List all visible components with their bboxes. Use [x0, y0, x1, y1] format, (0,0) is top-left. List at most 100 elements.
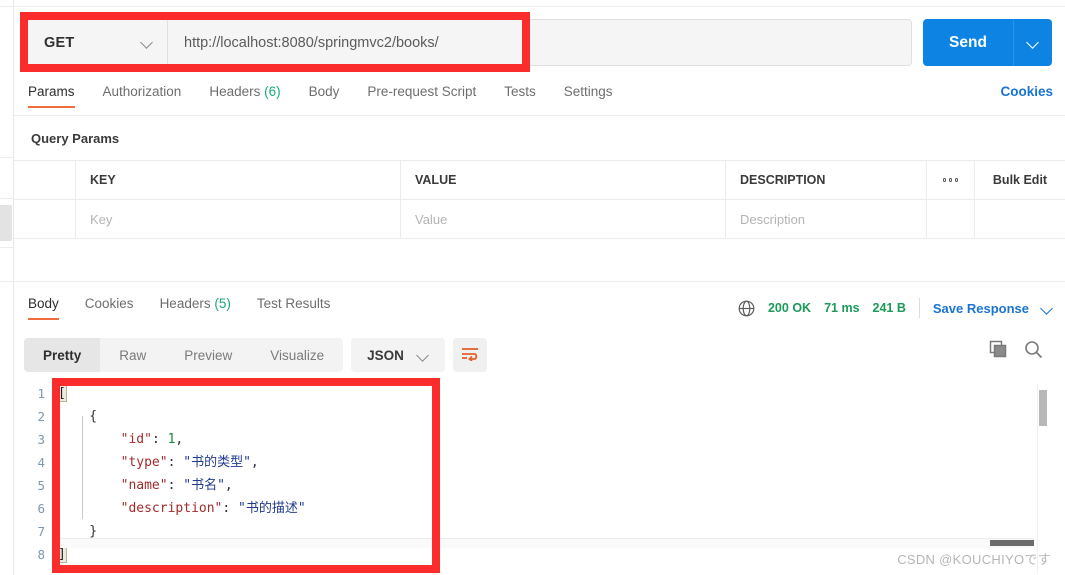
line-number: 3	[37, 432, 45, 447]
row-cell-checkbox[interactable]	[14, 200, 76, 238]
table-options-button[interactable]	[927, 161, 975, 199]
line-number: 5	[37, 478, 45, 493]
row-cell-spacer-2	[975, 200, 1065, 238]
code-line: "description": "书的描述"	[120, 501, 306, 516]
response-tab-test-results-label: Test Results	[256, 296, 331, 311]
line-number: 2	[37, 409, 45, 424]
send-button-group: Send	[923, 19, 1052, 66]
chevron-down-icon	[1028, 37, 1039, 48]
tab-headers-count: (6)	[264, 84, 281, 99]
vertical-scrollbar-thumb[interactable]	[1039, 390, 1047, 426]
copy-icon[interactable]	[989, 340, 1008, 359]
format-tab-visualize[interactable]: Visualize	[251, 338, 343, 372]
word-wrap-icon	[460, 345, 480, 366]
response-tab-headers-count: (5)	[214, 296, 231, 311]
http-method-select[interactable]: GET	[28, 20, 168, 65]
globe-icon	[738, 300, 755, 317]
param-key-input[interactable]: Key	[76, 200, 400, 238]
line-number: 6	[37, 501, 45, 516]
tab-authorization[interactable]: Authorization	[103, 84, 182, 108]
horizontal-scrollbar-track[interactable]	[56, 538, 1034, 548]
response-format-bar: Pretty Raw Preview Visualize JSON	[24, 338, 487, 372]
query-params-table: KEY VALUE DESCRIPTION Bulk Edit Key Valu…	[14, 160, 1065, 239]
response-time: 71 ms	[824, 301, 860, 315]
param-description-input[interactable]: Description	[726, 200, 926, 238]
column-header-value: VALUE	[415, 173, 457, 187]
http-method-label: GET	[44, 34, 75, 51]
request-tabs-underline	[14, 115, 1065, 116]
code-line: {	[58, 409, 98, 424]
language-label: JSON	[367, 347, 404, 363]
postman-window: GET http://localhost:8080/springmvc2/boo…	[0, 0, 1065, 575]
tab-settings-label: Settings	[563, 84, 613, 99]
response-tab-headers-label: Headers	[159, 296, 211, 311]
format-tab-raw[interactable]: Raw	[100, 338, 165, 372]
tab-tests[interactable]: Tests	[504, 84, 536, 108]
table-row: Key Value Description	[14, 199, 1065, 239]
sidebar-resize-handle[interactable]	[0, 205, 12, 241]
response-tab-body-label: Body	[28, 296, 59, 311]
response-tab-cookies-label: Cookies	[84, 296, 134, 311]
header-cell-checkbox	[14, 161, 76, 199]
tab-headers[interactable]: Headers (6)	[209, 84, 280, 108]
line-number: 4	[37, 455, 45, 470]
top-divider	[14, 6, 1065, 7]
response-size: 241 B	[872, 301, 906, 315]
tab-settings[interactable]: Settings	[564, 84, 613, 108]
line-number: 7	[37, 524, 45, 539]
param-value-input[interactable]: Value	[401, 200, 725, 238]
tab-tests-label: Tests	[504, 84, 536, 99]
column-header-description: DESCRIPTION	[740, 173, 826, 187]
tab-authorization-label: Authorization	[102, 84, 182, 99]
response-tab-headers[interactable]: Headers (5)	[160, 296, 231, 320]
tab-pre-request-script[interactable]: Pre-request Script	[367, 84, 476, 108]
request-tabs: Params Authorization Headers (6) Body Pr…	[14, 84, 1065, 116]
format-tab-group: Pretty Raw Preview Visualize	[24, 338, 344, 372]
code-line: "id": 1,	[120, 432, 184, 447]
chevron-down-icon[interactable]	[1042, 303, 1053, 314]
format-tab-pretty[interactable]: Pretty	[24, 338, 101, 372]
language-select[interactable]: JSON	[351, 338, 445, 372]
code-fold-guide	[82, 416, 83, 519]
tab-params[interactable]: Params	[28, 84, 75, 108]
horizontal-scrollbar-thumb[interactable]	[990, 540, 1034, 546]
text-caret	[52, 546, 54, 565]
tab-headers-label: Headers	[209, 84, 261, 99]
send-button[interactable]: Send	[923, 19, 1014, 66]
more-options-icon	[942, 178, 959, 182]
left-rail	[0, 0, 14, 575]
status-code: 200 OK	[767, 301, 812, 315]
tab-body[interactable]: Body	[309, 84, 340, 108]
query-params-title: Query Params	[31, 131, 120, 146]
tab-params-label: Params	[28, 84, 75, 99]
save-response-button[interactable]: Save Response	[933, 301, 1029, 316]
response-tab-cookies[interactable]: Cookies	[85, 296, 134, 320]
row-cell-spacer	[927, 200, 975, 238]
code-line: "type": "书的类型",	[120, 455, 259, 470]
format-tab-preview[interactable]: Preview	[165, 338, 251, 372]
response-separator	[14, 281, 1065, 282]
response-actions	[989, 340, 1043, 359]
line-number: 8	[37, 547, 45, 562]
request-url-bar: GET http://localhost:8080/springmvc2/boo…	[27, 19, 912, 66]
url-input-value: http://localhost:8080/springmvc2/books/	[184, 34, 439, 51]
code-line: [	[57, 385, 67, 402]
url-input[interactable]: http://localhost:8080/springmvc2/books/	[168, 20, 911, 65]
column-header-key: KEY	[90, 173, 116, 187]
bulk-edit-button[interactable]: Bulk Edit	[975, 161, 1065, 199]
table-header-row: KEY VALUE DESCRIPTION Bulk Edit	[14, 160, 1065, 199]
tab-body-label: Body	[308, 84, 340, 99]
code-line: "name": "书名",	[120, 478, 233, 493]
cookies-link[interactable]: Cookies	[1000, 84, 1053, 99]
chevron-down-icon	[142, 37, 153, 48]
send-options-button[interactable]	[1014, 19, 1052, 66]
search-icon[interactable]	[1024, 340, 1043, 359]
response-tab-body[interactable]: Body	[28, 296, 59, 320]
tab-pre-request-script-label: Pre-request Script	[367, 84, 477, 99]
line-number: 1	[37, 386, 45, 401]
bulk-edit-label: Bulk Edit	[992, 173, 1048, 187]
response-status-bar: 200 OK 71 ms 241 B Save Response	[738, 298, 1053, 318]
response-tab-test-results[interactable]: Test Results	[257, 296, 331, 320]
watermark: CSDN @KOUCHIYOです	[897, 552, 1051, 567]
word-wrap-button[interactable]	[452, 338, 487, 372]
